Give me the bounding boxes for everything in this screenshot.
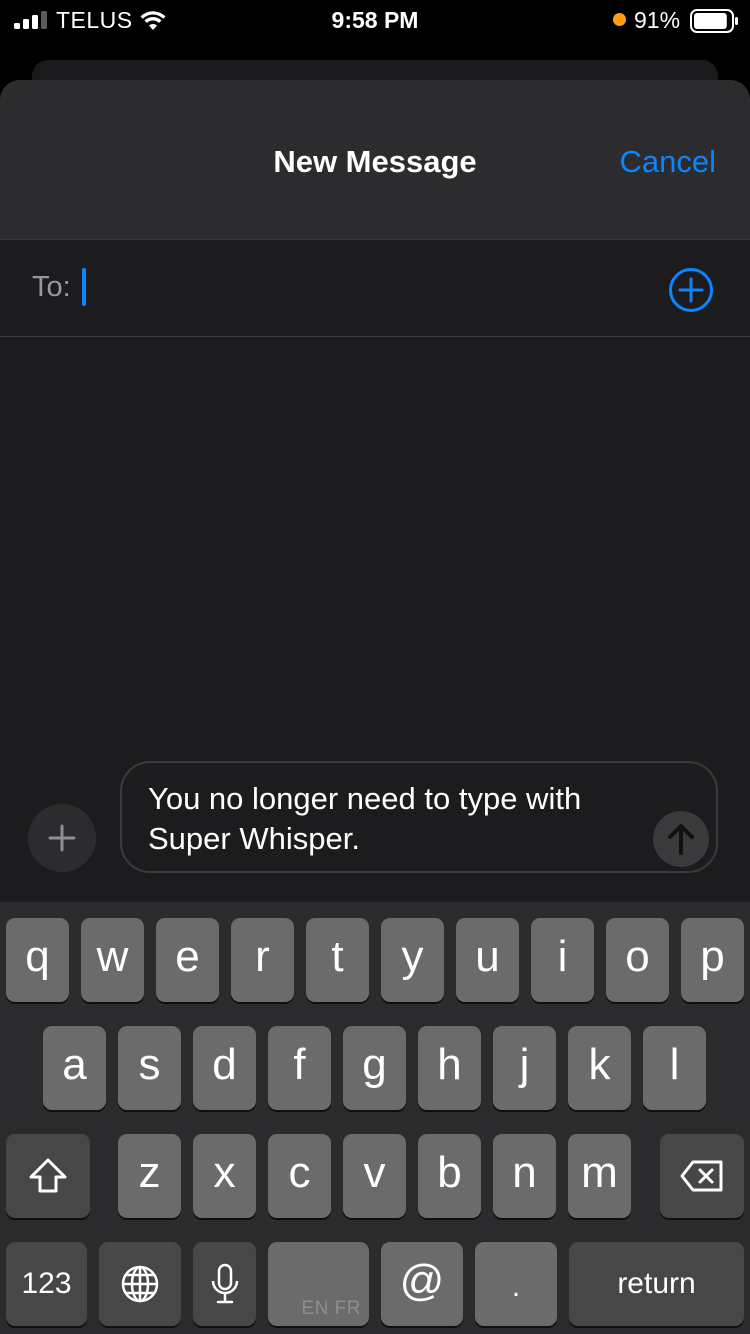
- key-label: q: [25, 932, 50, 981]
- plus-icon: [48, 824, 76, 852]
- key-c[interactable]: c: [268, 1134, 331, 1218]
- key-q[interactable]: q: [6, 918, 69, 1002]
- status-bar: TELUS 9:58 PM 91%: [0, 0, 750, 40]
- key-label: f: [293, 1040, 306, 1089]
- battery-icon: [690, 9, 738, 33]
- key-k[interactable]: k: [568, 1026, 631, 1110]
- key-a[interactable]: a: [43, 1026, 106, 1110]
- key-label: g: [362, 1040, 387, 1089]
- key-label: y: [401, 932, 424, 981]
- message-text: You no longer need to type with Super Wh…: [148, 781, 582, 856]
- key-j[interactable]: j: [493, 1026, 556, 1110]
- battery-percentage: 91%: [634, 7, 681, 33]
- send-button[interactable]: [653, 811, 709, 867]
- delete-icon: [680, 1160, 723, 1192]
- key-h[interactable]: h: [418, 1026, 481, 1110]
- key-label: h: [437, 1040, 462, 1089]
- key-label: b: [437, 1148, 462, 1197]
- dictation-key[interactable]: [193, 1242, 256, 1326]
- key-label: i: [557, 932, 568, 981]
- key-e[interactable]: e: [156, 918, 219, 1002]
- key-z[interactable]: z: [118, 1134, 181, 1218]
- key-label: l: [669, 1040, 680, 1089]
- key-label: a: [62, 1040, 87, 1089]
- globe-icon: [121, 1265, 159, 1303]
- key-v[interactable]: v: [343, 1134, 406, 1218]
- key-d[interactable]: d: [193, 1026, 256, 1110]
- numbers-key[interactable]: 123: [6, 1242, 87, 1326]
- key-label: r: [255, 932, 270, 981]
- text-cursor: [82, 268, 86, 306]
- key-label: d: [212, 1040, 237, 1089]
- key-label: j: [519, 1040, 530, 1089]
- key-label: k: [588, 1040, 611, 1089]
- to-label: To:: [32, 271, 71, 303]
- at-key[interactable]: @: [381, 1242, 463, 1326]
- privacy-indicator-dot: [613, 13, 626, 26]
- key-w[interactable]: w: [81, 918, 144, 1002]
- key-t[interactable]: t: [306, 918, 369, 1002]
- key-i[interactable]: i: [531, 918, 594, 1002]
- key-r[interactable]: r: [231, 918, 294, 1002]
- return-key[interactable]: return: [569, 1242, 744, 1326]
- key-label: u: [475, 932, 500, 981]
- plus-circle-icon[interactable]: [668, 267, 714, 313]
- key-l[interactable]: l: [643, 1026, 706, 1110]
- key-y[interactable]: y: [381, 918, 444, 1002]
- key-n[interactable]: n: [493, 1134, 556, 1218]
- navigation-bar: New Message Cancel: [0, 80, 750, 240]
- key-u[interactable]: u: [456, 918, 519, 1002]
- return-key-label: return: [617, 1267, 696, 1300]
- key-o[interactable]: o: [606, 918, 669, 1002]
- globe-key[interactable]: [99, 1242, 181, 1326]
- key-b[interactable]: b: [418, 1134, 481, 1218]
- cancel-button[interactable]: Cancel: [620, 144, 717, 180]
- key-label: p: [700, 932, 725, 981]
- key-label: s: [138, 1040, 161, 1089]
- key-label: x: [213, 1148, 236, 1197]
- period-key-label: .: [511, 1270, 521, 1303]
- delete-key[interactable]: [660, 1134, 744, 1218]
- key-m[interactable]: m: [568, 1134, 631, 1218]
- arrow-up-icon: [668, 824, 694, 855]
- at-key-label: @: [399, 1256, 445, 1305]
- period-key[interactable]: .: [475, 1242, 557, 1326]
- language-hint: EN FR: [301, 1298, 361, 1319]
- microphone-icon: [211, 1263, 238, 1304]
- key-label: z: [138, 1148, 161, 1197]
- numbers-key-label: 123: [21, 1267, 72, 1300]
- key-s[interactable]: s: [118, 1026, 181, 1110]
- key-f[interactable]: f: [268, 1026, 331, 1110]
- key-label: w: [96, 932, 129, 981]
- recipient-field[interactable]: To:: [0, 241, 750, 337]
- space-key[interactable]: EN FR: [268, 1242, 369, 1326]
- key-label: v: [363, 1148, 386, 1197]
- key-label: n: [512, 1148, 537, 1197]
- shift-key[interactable]: [6, 1134, 90, 1218]
- key-label: o: [625, 932, 650, 981]
- attach-button[interactable]: [28, 804, 96, 872]
- key-label: c: [288, 1148, 311, 1197]
- shift-icon: [29, 1158, 67, 1193]
- keyboard: qwe r t y u i o p a s d f g h j k l z x c v b nm 123 EN FR @…: [0, 902, 750, 1334]
- key-x[interactable]: x: [193, 1134, 256, 1218]
- key-label: m: [581, 1148, 618, 1197]
- key-label: e: [175, 932, 200, 981]
- message-input[interactable]: You no longer need to type with Super Wh…: [120, 761, 718, 873]
- key-label: t: [331, 932, 344, 981]
- key-g[interactable]: g: [343, 1026, 406, 1110]
- key-p[interactable]: p: [681, 918, 744, 1002]
